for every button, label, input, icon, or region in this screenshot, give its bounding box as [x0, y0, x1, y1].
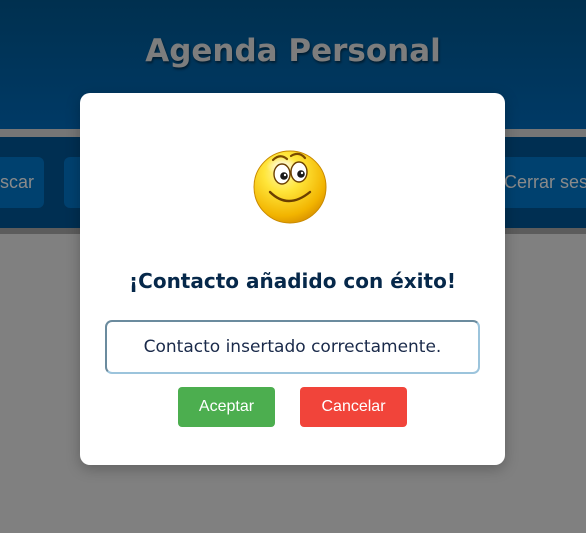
- smiley-face-icon: [252, 148, 330, 226]
- accept-button[interactable]: Aceptar: [178, 387, 275, 427]
- logout-nav-button[interactable]: Cerrar sesión: [493, 157, 586, 208]
- search-nav-button[interactable]: Buscar: [0, 157, 44, 208]
- app-title: Agenda Personal: [145, 33, 441, 69]
- message-field[interactable]: [105, 320, 480, 374]
- cancel-button[interactable]: Cancelar: [300, 387, 407, 427]
- success-dialog: ¡Contacto añadido con éxito! Aceptar Can…: [80, 93, 505, 465]
- dialog-title: ¡Contacto añadido con éxito!: [129, 269, 456, 293]
